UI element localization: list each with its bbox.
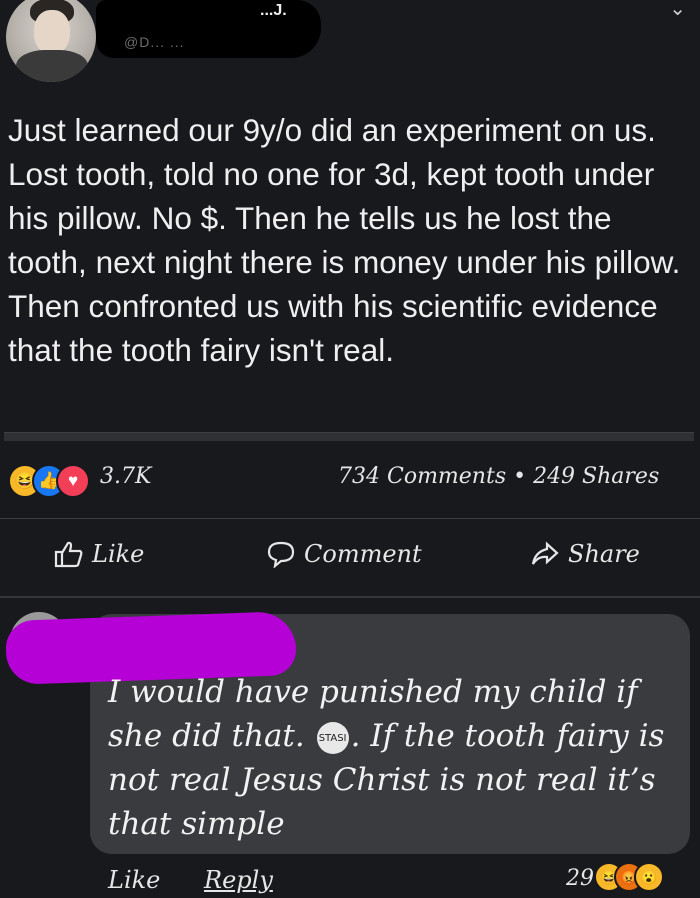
author-avatar[interactable] <box>6 0 96 82</box>
avatar-coat <box>16 50 88 82</box>
divider <box>0 518 700 519</box>
share-button[interactable]: Share <box>530 540 640 568</box>
comment-button[interactable]: Comment <box>266 540 422 568</box>
like-button[interactable]: Like <box>54 540 144 568</box>
thumbs-up-icon <box>54 541 83 568</box>
author-name[interactable]: ...J. <box>260 2 287 20</box>
masked-face-emoji-icon: STASI <box>316 721 349 754</box>
speech-bubble-icon <box>267 541 295 568</box>
share-label: Share <box>568 540 640 568</box>
love-icon: ♥ <box>56 464 90 498</box>
comment-reaction-count[interactable]: 29 <box>566 866 594 891</box>
emoji-label: STASI <box>318 732 347 744</box>
author-handle: @D... ... <box>124 34 185 50</box>
avatar-face <box>34 10 70 54</box>
post-text: Just learned our 9y/o did an experiment … <box>8 112 681 368</box>
comment-reaction-icons[interactable]: 😆 😡 😮 <box>594 862 664 892</box>
reactions-count[interactable]: 3.7K <box>100 464 151 489</box>
chevron-down-icon[interactable]: ⌄ <box>669 0 686 21</box>
comments-shares-count[interactable]: 734 Comments • 249 Shares <box>338 464 659 489</box>
share-arrow-icon <box>531 541 559 565</box>
comment-label: Comment <box>304 540 422 568</box>
wow-icon: 😮 <box>634 862 664 892</box>
comment-text: I would have punished my child if she di… <box>108 670 678 846</box>
link-preview-bar <box>4 432 694 441</box>
comment-reply-button[interactable]: Reply <box>204 866 273 894</box>
comment-like-button[interactable]: Like <box>108 866 160 894</box>
reaction-icons[interactable]: 😆 👍 ♥ <box>8 464 90 498</box>
divider <box>0 596 700 598</box>
like-label: Like <box>92 540 145 568</box>
